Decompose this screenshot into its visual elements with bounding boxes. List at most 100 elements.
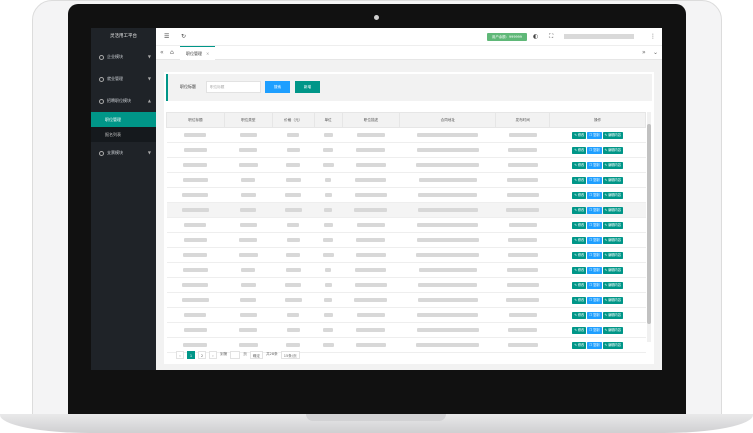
table-scrollbar[interactable] [647, 112, 651, 342]
edit-button[interactable]: ✎ 修改 [572, 146, 587, 154]
search-input[interactable]: 职位标题 [206, 81, 261, 93]
tab-job-manage[interactable]: 职位管理 × [180, 46, 216, 60]
row-actions: ✎ 修改 ❐ 复制 ✎ 编辑内容 [549, 187, 646, 203]
tab-prev-icon[interactable]: « [160, 49, 164, 56]
edit-button[interactable]: ✎ 修改 [572, 191, 587, 199]
edit-content-button[interactable]: ✎ 编辑内容 [602, 266, 623, 274]
edit-button[interactable]: ✎ 修改 [572, 176, 587, 184]
table-cell [272, 142, 315, 158]
goto-confirm-button[interactable]: 确定 [249, 350, 263, 359]
copy-button[interactable]: ❐ 复制 [587, 341, 602, 349]
edit-content-button[interactable]: ✎ 编辑内容 [602, 131, 623, 139]
table-cell [224, 277, 273, 293]
action-label: 复制 [593, 327, 600, 332]
table-cell [224, 292, 273, 308]
sidebar-group-recruit[interactable]: 招聘职位模块 ▲ [91, 90, 156, 112]
table-cell [224, 187, 273, 203]
search-button[interactable]: 搜索 [265, 81, 290, 93]
redacted-text [323, 133, 333, 137]
copy-button[interactable]: ❐ 复制 [587, 266, 602, 274]
page-size-select[interactable]: 15条/页 [280, 350, 300, 359]
action-label: 复制 [593, 147, 600, 152]
edit-content-button[interactable]: ✎ 编辑内容 [602, 341, 623, 349]
copy-button[interactable]: ❐ 复制 [587, 326, 602, 334]
action-label: 修改 [577, 177, 585, 182]
copy-button[interactable]: ❐ 复制 [587, 146, 602, 154]
copy-button[interactable]: ❐ 复制 [587, 311, 602, 319]
edit-button[interactable]: ✎ 修改 [572, 206, 587, 214]
table-row: ✎ 修改 ❐ 复制 ✎ 编辑内容 [166, 247, 646, 263]
edit-content-button[interactable]: ✎ 编辑内容 [602, 221, 623, 229]
redacted-text [356, 133, 385, 137]
sidebar-group-employment[interactable]: 就业管理 ▼ [91, 68, 156, 90]
redacted-text [284, 298, 302, 302]
edit-button[interactable]: ✎ 修改 [572, 251, 587, 259]
copy-button[interactable]: ❐ 复制 [587, 236, 602, 244]
copy-button[interactable]: ❐ 复制 [587, 206, 602, 214]
row-actions: ✎ 修改 ❐ 复制 ✎ 编辑内容 [549, 262, 646, 278]
copy-button[interactable]: ❐ 复制 [587, 221, 602, 229]
edit-content-button[interactable]: ✎ 编辑内容 [602, 281, 623, 289]
redacted-text [183, 253, 208, 257]
edit-button[interactable]: ✎ 修改 [572, 296, 587, 304]
theme-icon[interactable]: ◐ [533, 33, 538, 40]
copy-button[interactable]: ❐ 复制 [587, 251, 602, 259]
page-2[interactable]: 2 [198, 350, 206, 359]
table-cell [399, 232, 496, 248]
edit-content-button[interactable]: ✎ 编辑内容 [602, 146, 623, 154]
edit-button[interactable]: ✎ 修改 [572, 341, 587, 349]
edit-content-button[interactable]: ✎ 编辑内容 [602, 326, 623, 334]
copy-button[interactable]: ❐ 复制 [587, 176, 602, 184]
page-1[interactable]: 1 [187, 350, 195, 359]
table-cell [166, 277, 225, 293]
edit-content-button[interactable]: ✎ 编辑内容 [602, 161, 623, 169]
edit-content-button[interactable]: ✎ 编辑内容 [602, 191, 623, 199]
action-label: 复制 [593, 297, 600, 302]
close-icon[interactable]: × [206, 51, 209, 56]
edit-button[interactable]: ✎ 修改 [572, 281, 587, 289]
edit-button[interactable]: ✎ 修改 [572, 131, 587, 139]
hamburger-icon[interactable]: ☰ [164, 33, 169, 40]
redacted-text [324, 298, 333, 302]
table-cell [314, 187, 343, 203]
edit-content-button[interactable]: ✎ 编辑内容 [602, 311, 623, 319]
sidebar-group-company[interactable]: 企业模块 ▼ [91, 46, 156, 68]
goto-input[interactable] [230, 350, 241, 359]
user-menu[interactable] [564, 34, 634, 39]
sidebar-item-job-manage[interactable]: 职位管理 [91, 112, 156, 127]
copy-button[interactable]: ❐ 复制 [587, 296, 602, 304]
fullscreen-icon[interactable]: ⛶ [549, 33, 553, 41]
edit-button[interactable]: ✎ 修改 [572, 236, 587, 244]
redacted-text [240, 283, 256, 287]
edit-content-button[interactable]: ✎ 编辑内容 [602, 236, 623, 244]
copy-button[interactable]: ❐ 复制 [587, 281, 602, 289]
copy-button[interactable]: ❐ 复制 [587, 131, 602, 139]
edit-content-button[interactable]: ✎ 编辑内容 [602, 206, 623, 214]
edit-content-button[interactable]: ✎ 编辑内容 [602, 296, 623, 304]
chevron-down-icon[interactable]: ⌄ [653, 49, 658, 56]
edit-button[interactable]: ✎ 修改 [572, 266, 587, 274]
table-cell [272, 202, 315, 218]
job-table: 职位标题 职位类型 价格（元） 单位 职位描述 合同地址 发布时间 操作 ✎ 修… [166, 112, 646, 353]
edit-content-button[interactable]: ✎ 编辑内容 [602, 251, 623, 259]
edit-button[interactable]: ✎ 修改 [572, 221, 587, 229]
edit-button[interactable]: ✎ 修改 [572, 311, 587, 319]
sidebar-item-signup-list[interactable]: 报名列表 [91, 127, 156, 142]
refresh-icon[interactable]: ↻ [181, 33, 186, 40]
table-cell [314, 142, 343, 158]
scroll-thumb[interactable] [647, 124, 651, 324]
add-button[interactable]: 新增 [295, 81, 320, 93]
tab-next-icon[interactable]: » [642, 49, 646, 56]
page-next[interactable]: › [209, 350, 217, 359]
home-icon[interactable]: ⌂ [170, 49, 174, 56]
copy-button[interactable]: ❐ 复制 [587, 191, 602, 199]
table-cell [342, 307, 400, 323]
page-prev[interactable]: ‹ [176, 350, 184, 359]
sidebar-group-cheque[interactable]: 支票模块 ▼ [91, 142, 156, 164]
edit-button[interactable]: ✎ 修改 [572, 326, 587, 334]
copy-button[interactable]: ❐ 复制 [587, 161, 602, 169]
more-icon[interactable]: ⋮ [650, 33, 656, 40]
edit-button[interactable]: ✎ 修改 [572, 161, 587, 169]
edit-content-button[interactable]: ✎ 编辑内容 [602, 176, 623, 184]
row-actions: ✎ 修改 ❐ 复制 ✎ 编辑内容 [549, 277, 646, 293]
